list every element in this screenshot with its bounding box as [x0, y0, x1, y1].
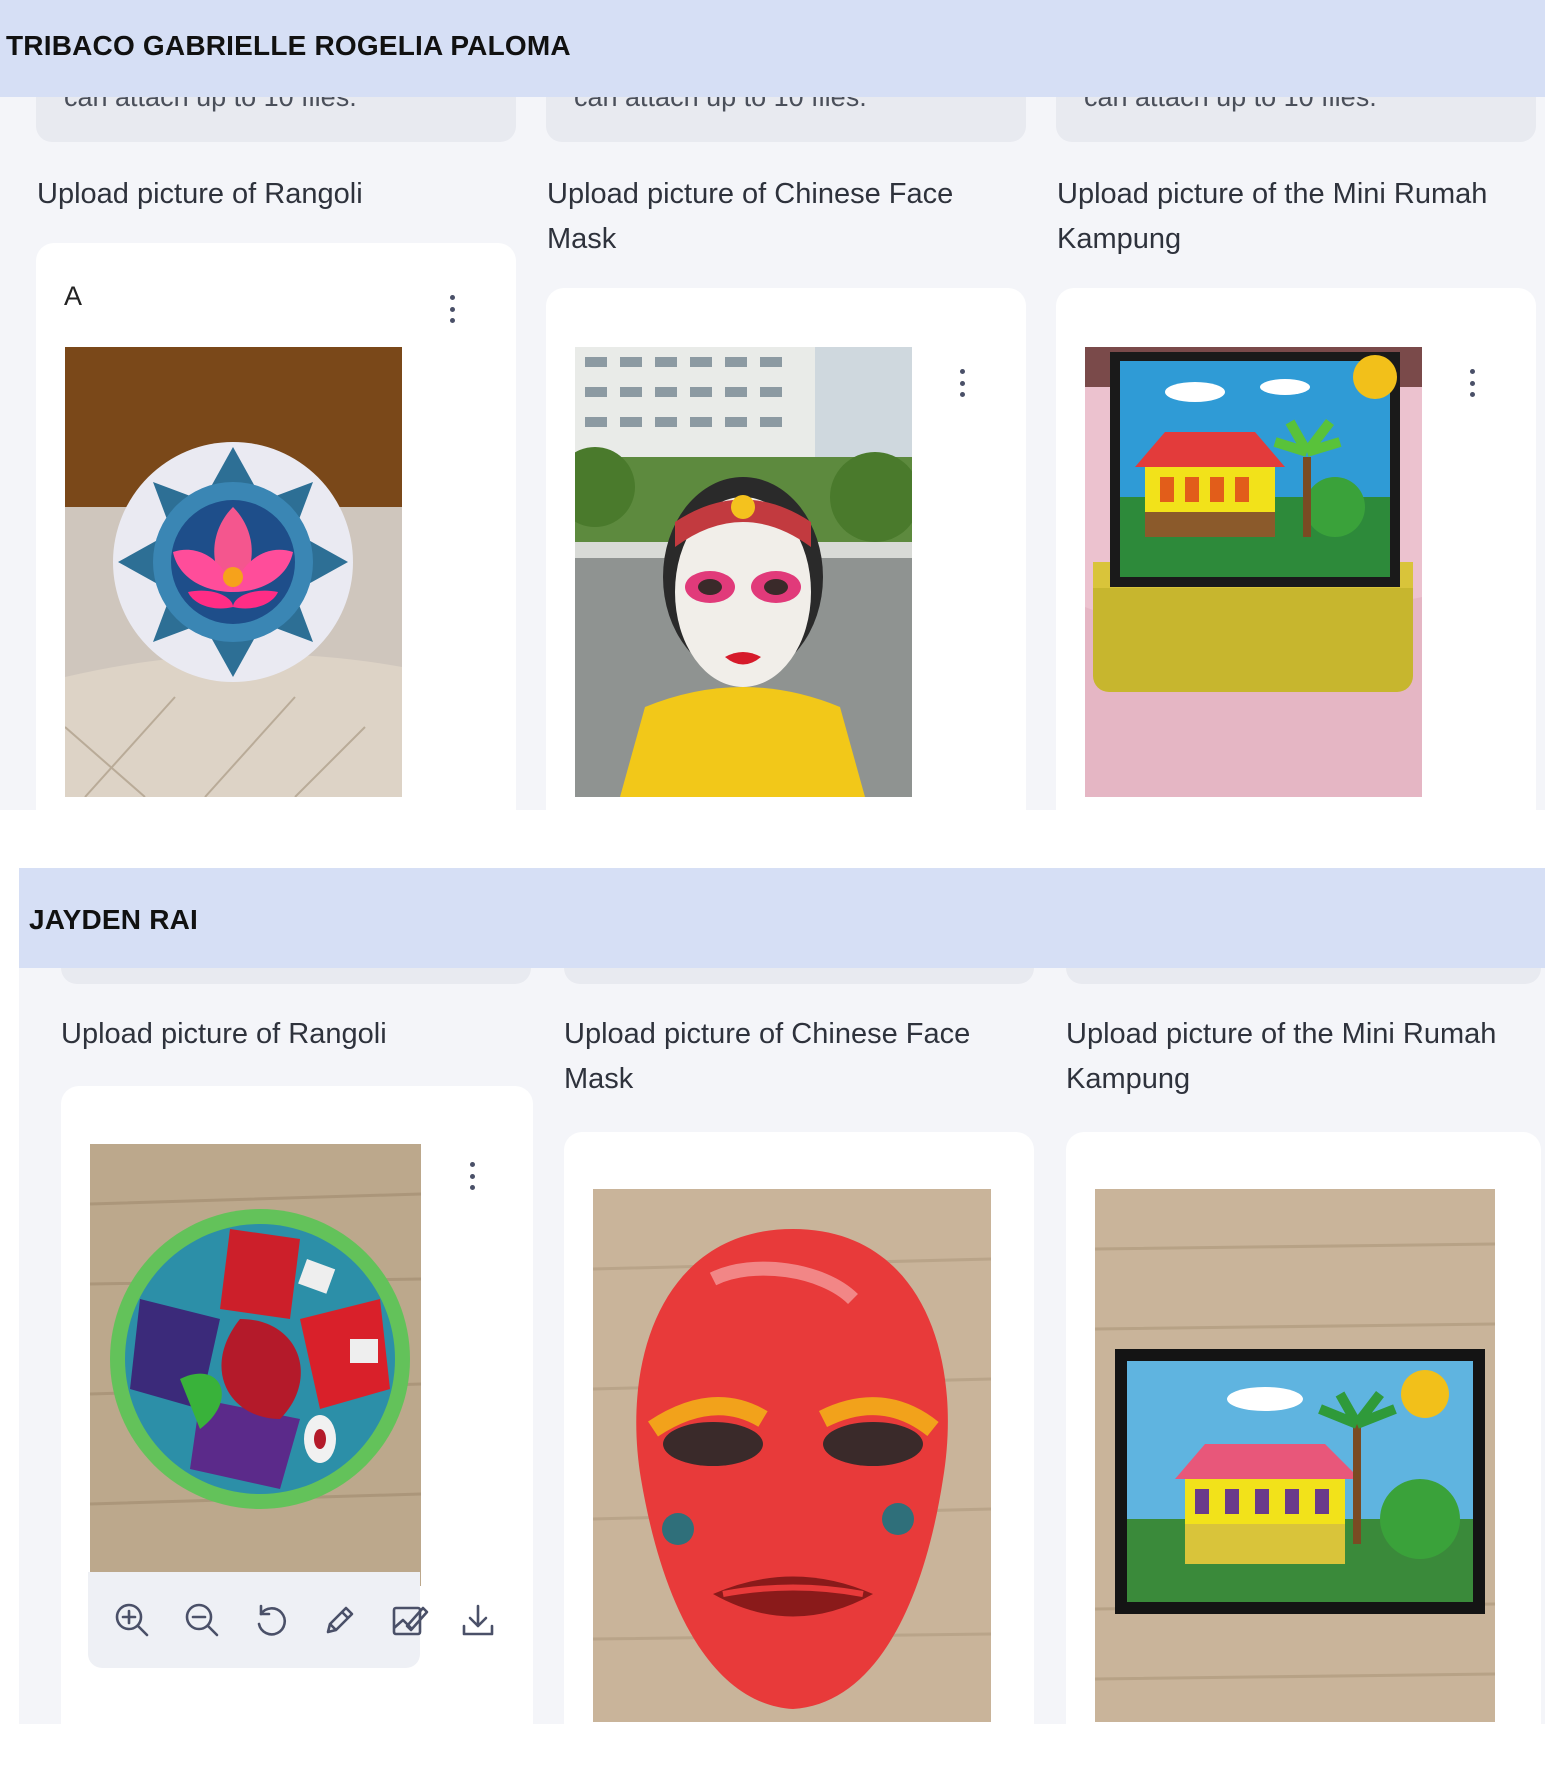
- red-painted-mask-photo[interactable]: [593, 1189, 991, 1722]
- question-label-rangoli: Upload picture of Rangoli: [61, 1018, 387, 1050]
- student-header: TRIBACO GABRIELLE ROGELIA PALOMA: [0, 0, 1545, 97]
- question-label-rumah-kampung: Upload picture of the Mini Rumah Kampung: [1057, 178, 1488, 255]
- child-wearing-face-mask-photo[interactable]: [575, 347, 912, 797]
- more-options-icon[interactable]: [949, 365, 975, 401]
- question-label-rangoli: Upload picture of Rangoli: [37, 178, 363, 210]
- question-label-face-mask: Upload picture of Chinese Face Mask: [564, 1018, 971, 1095]
- framed-rumah-kampung-photo[interactable]: [1085, 347, 1422, 797]
- student-header: JAYDEN RAI: [19, 868, 1545, 968]
- more-options-icon[interactable]: [439, 291, 465, 327]
- more-options-icon[interactable]: [1459, 365, 1485, 401]
- question-label-rumah-kampung: Upload picture of the Mini Rumah Kampung: [1066, 1018, 1497, 1095]
- download-icon[interactable]: [458, 1600, 498, 1640]
- question-label-face-mask: Upload picture of Chinese Face Mask: [547, 178, 954, 255]
- image-toolbar: [88, 1572, 494, 1668]
- upload-card-rumah-kampung: [1056, 288, 1536, 810]
- sand-rangoli-photo[interactable]: [90, 1144, 421, 1586]
- upload-card-rumah-kampung: [1066, 1132, 1541, 1724]
- pen-icon[interactable]: [320, 1600, 360, 1640]
- zoom-in-icon[interactable]: [112, 1600, 152, 1640]
- lotus-rangoli-photo[interactable]: [65, 347, 402, 797]
- upload-card-face-mask: [564, 1132, 1034, 1724]
- student-name: TRIBACO GABRIELLE ROGELIA PALOMA: [6, 30, 571, 61]
- zoom-out-icon[interactable]: [182, 1600, 222, 1640]
- framed-rumah-kampung-photo-2[interactable]: [1095, 1189, 1495, 1722]
- upload-card-rangoli: A: [36, 243, 516, 810]
- edit-image-icon[interactable]: [389, 1600, 429, 1640]
- student-section-1: TRIBACO GABRIELLE ROGELIA PALOMA can att…: [0, 0, 1545, 810]
- student-name: JAYDEN RAI: [29, 904, 199, 935]
- rotate-icon[interactable]: [251, 1600, 291, 1640]
- card-title: A: [64, 281, 83, 311]
- upload-card-face-mask: [546, 288, 1026, 810]
- more-options-icon[interactable]: [459, 1158, 485, 1194]
